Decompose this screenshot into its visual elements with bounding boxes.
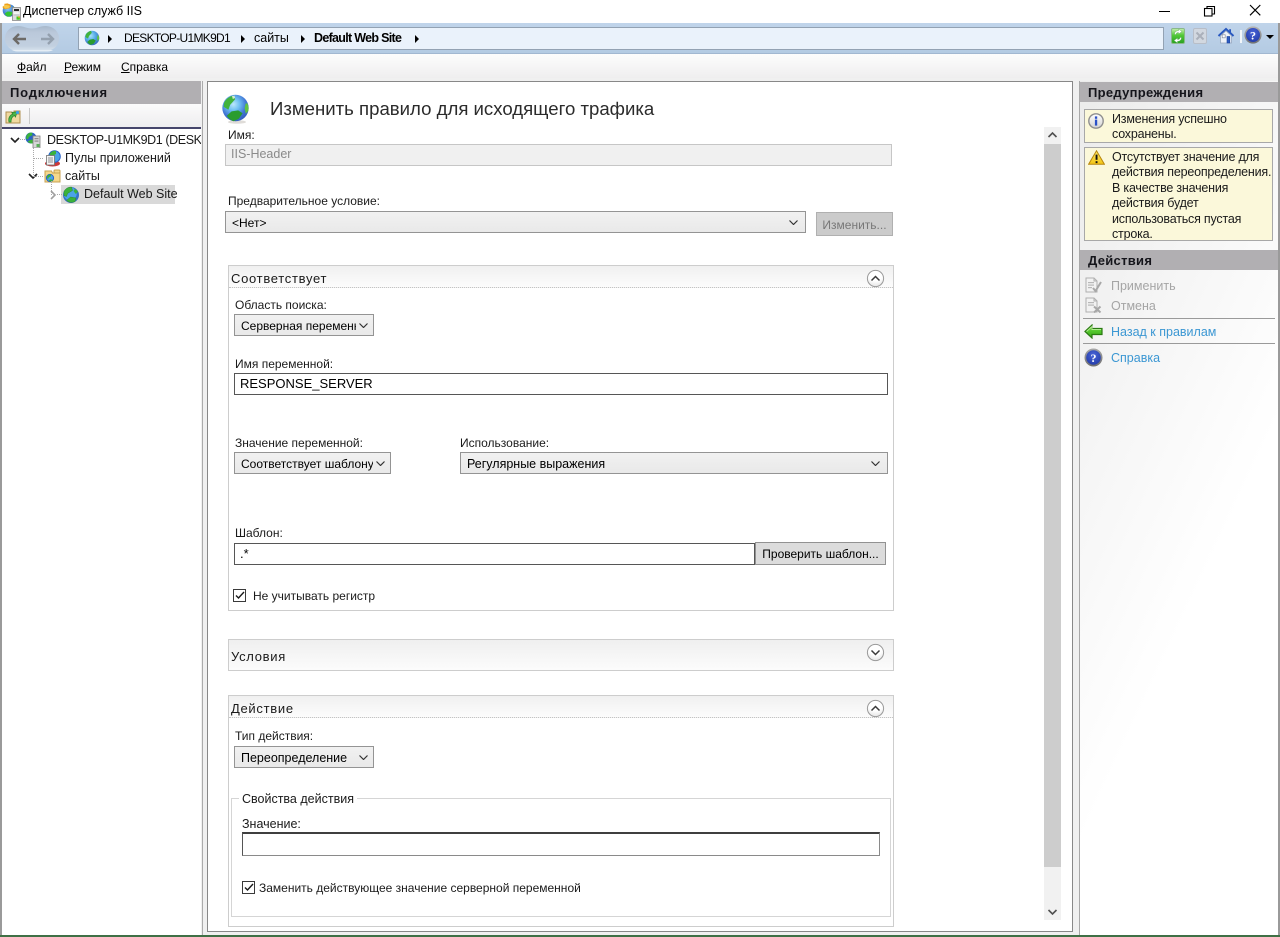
svg-text:?: ?: [1250, 29, 1256, 43]
svg-text:?: ?: [1091, 351, 1097, 365]
